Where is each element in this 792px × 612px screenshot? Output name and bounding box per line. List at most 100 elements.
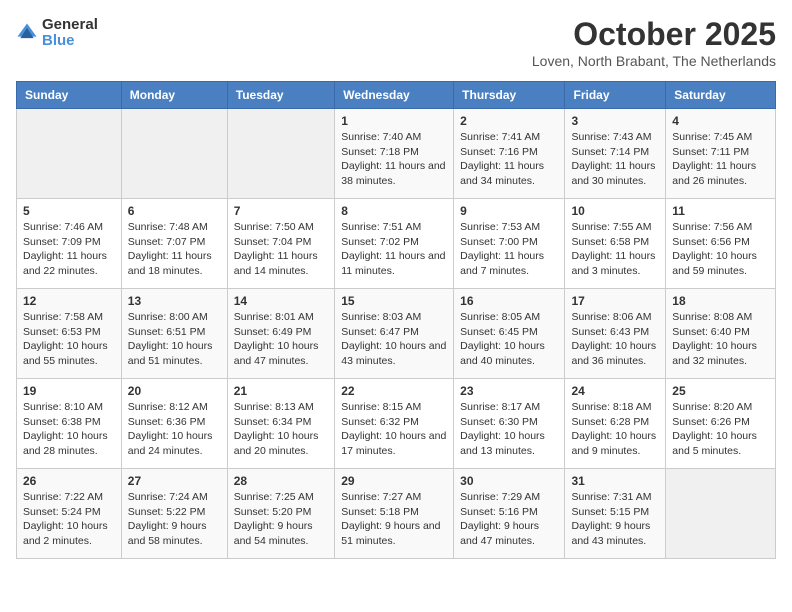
day-number: 5	[23, 204, 115, 218]
calendar-cell: 16 Sunrise: 8:05 AMSunset: 6:45 PMDayligh…	[454, 289, 565, 379]
day-info: Sunrise: 7:27 AMSunset: 5:18 PMDaylight:…	[341, 490, 447, 549]
calendar-week-2: 5Sunrise: 7:46 AMSunset: 7:09 PMDaylight…	[17, 199, 776, 289]
calendar-cell: 20Sunrise: 8:12 AMSunset: 6:36 PMDayligh…	[121, 379, 227, 469]
calendar-table: SundayMondayTuesdayWednesdayThursdayFrid…	[16, 81, 776, 559]
calendar-cell: 22 Sunrise: 8:15 AMSunset: 6:32 PMDayligh…	[335, 379, 454, 469]
day-info: Sunrise: 7:45 AMSunset: 7:11 PMDaylight:…	[672, 130, 769, 189]
calendar-cell	[121, 109, 227, 199]
calendar-cell: 4 Sunrise: 7:45 AMSunset: 7:11 PMDaylight…	[666, 109, 776, 199]
calendar-header: SundayMondayTuesdayWednesdayThursdayFrid…	[17, 82, 776, 109]
day-info: Sunrise: 7:53 AMSunset: 7:00 PMDaylight:…	[460, 220, 558, 279]
calendar-cell: 6 Sunrise: 7:48 AMSunset: 7:07 PMDaylight…	[121, 199, 227, 289]
day-number: 2	[460, 114, 558, 128]
day-info: Sunrise: 7:51 AMSunset: 7:02 PMDaylight:…	[341, 220, 447, 279]
calendar-week-1: 1 Sunrise: 7:40 AMSunset: 7:18 PMDaylight…	[17, 109, 776, 199]
day-number: 24	[571, 384, 659, 398]
header-row: SundayMondayTuesdayWednesdayThursdayFrid…	[17, 82, 776, 109]
day-number: 15	[341, 294, 447, 308]
header-day-saturday: Saturday	[666, 82, 776, 109]
sub-title: Loven, North Brabant, The Netherlands	[532, 53, 776, 69]
day-number: 22	[341, 384, 447, 398]
day-info: Sunrise: 7:40 AMSunset: 7:18 PMDaylight:…	[341, 130, 447, 189]
calendar-cell: 2 Sunrise: 7:41 AMSunset: 7:16 PMDaylight…	[454, 109, 565, 199]
day-info: Sunrise: 8:05 AMSunset: 6:45 PMDaylight:…	[460, 310, 558, 369]
calendar-cell: 19Sunrise: 8:10 AMSunset: 6:38 PMDayligh…	[17, 379, 122, 469]
day-info: Sunrise: 8:17 AMSunset: 6:30 PMDaylight:…	[460, 400, 558, 459]
calendar-cell: 3 Sunrise: 7:43 AMSunset: 7:14 PMDaylight…	[565, 109, 666, 199]
day-number: 11	[672, 204, 769, 218]
day-number: 30	[460, 474, 558, 488]
calendar-cell: 12Sunrise: 7:58 AMSunset: 6:53 PMDayligh…	[17, 289, 122, 379]
day-number: 10	[571, 204, 659, 218]
calendar-cell: 15 Sunrise: 8:03 AMSunset: 6:47 PMDayligh…	[335, 289, 454, 379]
header-day-thursday: Thursday	[454, 82, 565, 109]
calendar-cell: 30 Sunrise: 7:29 AMSunset: 5:16 PMDayligh…	[454, 469, 565, 559]
day-number: 20	[128, 384, 221, 398]
day-number: 6	[128, 204, 221, 218]
day-info: Sunrise: 7:56 AMSunset: 6:56 PMDaylight:…	[672, 220, 769, 279]
day-number: 3	[571, 114, 659, 128]
day-number: 8	[341, 204, 447, 218]
day-number: 26	[23, 474, 115, 488]
day-info: Sunrise: 8:15 AMSunset: 6:32 PMDaylight:…	[341, 400, 447, 459]
day-info: Sunrise: 7:48 AMSunset: 7:07 PMDaylight:…	[128, 220, 221, 279]
day-info: Sunrise: 8:01 AMSunset: 6:49 PMDaylight:…	[234, 310, 328, 369]
calendar-cell	[17, 109, 122, 199]
calendar-week-5: 26 Sunrise: 7:22 AMSunset: 5:24 PMDayligh…	[17, 469, 776, 559]
calendar-cell: 17 Sunrise: 8:06 AMSunset: 6:43 PMDayligh…	[565, 289, 666, 379]
day-number: 4	[672, 114, 769, 128]
main-title: October 2025	[532, 16, 776, 53]
calendar-cell: 14 Sunrise: 8:01 AMSunset: 6:49 PMDayligh…	[227, 289, 334, 379]
day-number: 18	[672, 294, 769, 308]
day-number: 12	[23, 294, 115, 308]
calendar-body: 1 Sunrise: 7:40 AMSunset: 7:18 PMDaylight…	[17, 109, 776, 559]
calendar-cell: 23 Sunrise: 8:17 AMSunset: 6:30 PMDayligh…	[454, 379, 565, 469]
calendar-cell: 27Sunrise: 7:24 AMSunset: 5:22 PMDayligh…	[121, 469, 227, 559]
day-info: Sunrise: 8:18 AMSunset: 6:28 PMDaylight:…	[571, 400, 659, 459]
day-number: 29	[341, 474, 447, 488]
day-number: 21	[234, 384, 328, 398]
calendar-cell: 7 Sunrise: 7:50 AMSunset: 7:04 PMDaylight…	[227, 199, 334, 289]
calendar-cell: 31 Sunrise: 7:31 AMSunset: 5:15 PMDayligh…	[565, 469, 666, 559]
header-day-wednesday: Wednesday	[335, 82, 454, 109]
day-info: Sunrise: 7:43 AMSunset: 7:14 PMDaylight:…	[571, 130, 659, 189]
header-day-friday: Friday	[565, 82, 666, 109]
day-number: 16	[460, 294, 558, 308]
day-number: 28	[234, 474, 328, 488]
day-info: Sunrise: 7:55 AMSunset: 6:58 PMDaylight:…	[571, 220, 659, 279]
calendar-cell: 8 Sunrise: 7:51 AMSunset: 7:02 PMDaylight…	[335, 199, 454, 289]
day-number: 14	[234, 294, 328, 308]
day-info: Sunrise: 8:20 AMSunset: 6:26 PMDaylight:…	[672, 400, 769, 459]
day-info: Sunrise: 7:41 AMSunset: 7:16 PMDaylight:…	[460, 130, 558, 189]
day-info: Sunrise: 7:50 AMSunset: 7:04 PMDaylight:…	[234, 220, 328, 279]
day-number: 9	[460, 204, 558, 218]
day-number: 1	[341, 114, 447, 128]
day-info: Sunrise: 8:00 AMSunset: 6:51 PMDaylight:…	[128, 310, 221, 369]
day-number: 25	[672, 384, 769, 398]
calendar-cell	[666, 469, 776, 559]
calendar-cell	[227, 109, 334, 199]
page-header: General Blue October 2025 Loven, North B…	[16, 16, 776, 69]
calendar-cell: 10 Sunrise: 7:55 AMSunset: 6:58 PMDayligh…	[565, 199, 666, 289]
calendar-cell: 18Sunrise: 8:08 AMSunset: 6:40 PMDayligh…	[666, 289, 776, 379]
calendar-cell: 1 Sunrise: 7:40 AMSunset: 7:18 PMDaylight…	[335, 109, 454, 199]
day-number: 23	[460, 384, 558, 398]
day-number: 31	[571, 474, 659, 488]
day-number: 27	[128, 474, 221, 488]
calendar-cell: 25 Sunrise: 8:20 AMSunset: 6:26 PMDayligh…	[666, 379, 776, 469]
day-info: Sunrise: 8:03 AMSunset: 6:47 PMDaylight:…	[341, 310, 447, 369]
calendar-cell: 24 Sunrise: 8:18 AMSunset: 6:28 PMDayligh…	[565, 379, 666, 469]
logo: General Blue	[16, 16, 98, 50]
header-day-sunday: Sunday	[17, 82, 122, 109]
day-number: 13	[128, 294, 221, 308]
day-info: Sunrise: 8:06 AMSunset: 6:43 PMDaylight:…	[571, 310, 659, 369]
calendar-cell: 9 Sunrise: 7:53 AMSunset: 7:00 PMDaylight…	[454, 199, 565, 289]
day-info: Sunrise: 7:29 AMSunset: 5:16 PMDaylight:…	[460, 490, 558, 549]
day-number: 17	[571, 294, 659, 308]
calendar-cell: 21Sunrise: 8:13 AMSunset: 6:34 PMDayligh…	[227, 379, 334, 469]
calendar-week-3: 12Sunrise: 7:58 AMSunset: 6:53 PMDayligh…	[17, 289, 776, 379]
day-number: 19	[23, 384, 115, 398]
day-number: 7	[234, 204, 328, 218]
day-info: Sunrise: 7:22 AMSunset: 5:24 PMDaylight:…	[23, 490, 115, 549]
day-info: Sunrise: 7:31 AMSunset: 5:15 PMDaylight:…	[571, 490, 659, 549]
